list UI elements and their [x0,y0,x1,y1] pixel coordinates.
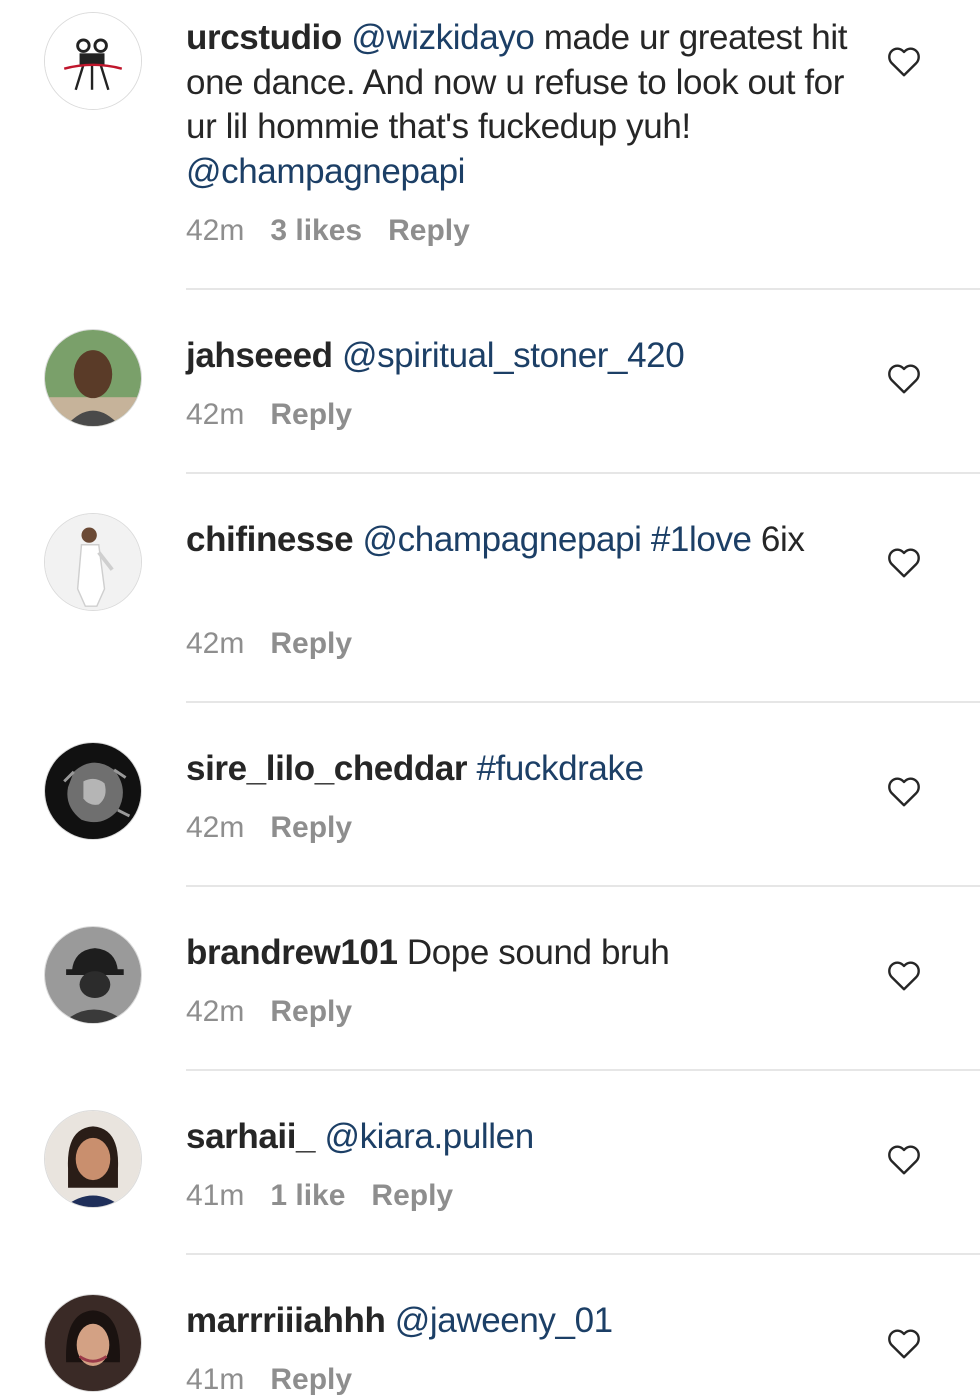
avatar[interactable] [44,329,142,427]
comment-text: urcstudio @wizkidayo made ur greatest hi… [186,16,866,194]
reply-button[interactable]: Reply [270,995,352,1028]
comment-time: 42m [186,995,245,1028]
comment-text: sire_lilo_cheddar #fuckdrake [186,747,866,792]
comment-username[interactable]: sarhaii_ [186,1117,316,1156]
comment-meta: 42m Reply [186,397,378,433]
comment-username[interactable]: chifinesse [186,520,354,559]
heart-outline-icon[interactable] [886,1326,922,1360]
comment-time: 42m [186,627,245,660]
comment-text: brandrew101 Dope sound bruh [186,931,866,976]
comment-mention[interactable]: @kiara.pullen [324,1117,534,1156]
divider [186,472,980,474]
reply-button[interactable]: Reply [270,398,352,431]
reply-button[interactable]: Reply [270,811,352,844]
comment-list: urcstudio @wizkidayo made ur greatest hi… [0,0,980,1400]
comment-body: Dope sound bruh [406,933,670,972]
heart-outline-icon[interactable] [886,1142,922,1176]
comment-mention[interactable]: @jaweeny_01 [395,1301,613,1340]
reply-button[interactable]: Reply [270,1363,352,1396]
comment-username[interactable]: jahseeed [186,336,333,375]
comment-meta: 42m Reply [186,626,378,662]
likes-count[interactable]: 3 likes [270,214,362,247]
avatar[interactable] [44,1110,142,1208]
comment-hashtag[interactable]: #fuckdrake [476,749,644,788]
comment-meta: 42m Reply [186,810,378,846]
comment-time: 42m [186,811,245,844]
comment-time: 42m [186,398,245,431]
comment-mention[interactable]: @champagnepapi [186,152,465,191]
comment-text: chifinesse @champagnepapi #1love 6ix [186,518,866,563]
heart-outline-icon[interactable] [886,545,922,579]
comment-body: 6ix [751,520,805,559]
comment-meta: 42m 3 likes Reply [186,213,496,249]
heart-outline-icon[interactable] [886,361,922,395]
comment-username[interactable]: marrriiiahhh [186,1301,386,1340]
comment-text: sarhaii_ @kiara.pullen [186,1115,866,1160]
comment-meta: 41m Reply [186,1362,378,1398]
reply-button[interactable]: Reply [371,1179,453,1212]
comment-mention[interactable]: @champagnepapi #1love [363,520,752,559]
comment-time: 41m [186,1363,245,1396]
comment-username[interactable]: urcstudio [186,18,342,57]
divider [186,885,980,887]
divider [186,288,980,290]
comment-meta: 41m 1 like Reply [186,1178,479,1214]
avatar[interactable] [44,513,142,611]
avatar[interactable] [44,926,142,1024]
divider [186,701,980,703]
comment-text: marrriiiahhh @jaweeny_01 [186,1299,866,1344]
divider [186,1253,980,1255]
comment-username[interactable]: sire_lilo_cheddar [186,749,468,788]
avatar[interactable] [44,12,142,110]
comment-mention[interactable]: @wizkidayo [351,18,535,57]
heart-outline-icon[interactable] [886,774,922,808]
reply-button[interactable]: Reply [388,214,470,247]
heart-outline-icon[interactable] [886,958,922,992]
avatar[interactable] [44,742,142,840]
heart-outline-icon[interactable] [886,44,922,78]
comment-time: 42m [186,214,245,247]
avatar[interactable] [44,1294,142,1392]
reply-button[interactable]: Reply [270,627,352,660]
comment-username[interactable]: brandrew101 [186,933,398,972]
comment-mention[interactable]: @spiritual_stoner_420 [342,336,685,375]
divider [186,1069,980,1071]
comment-text: jahseeed @spiritual_stoner_420 [186,334,866,379]
comment-meta: 42m Reply [186,994,378,1030]
likes-count[interactable]: 1 like [270,1179,345,1212]
comment-time: 41m [186,1179,245,1212]
